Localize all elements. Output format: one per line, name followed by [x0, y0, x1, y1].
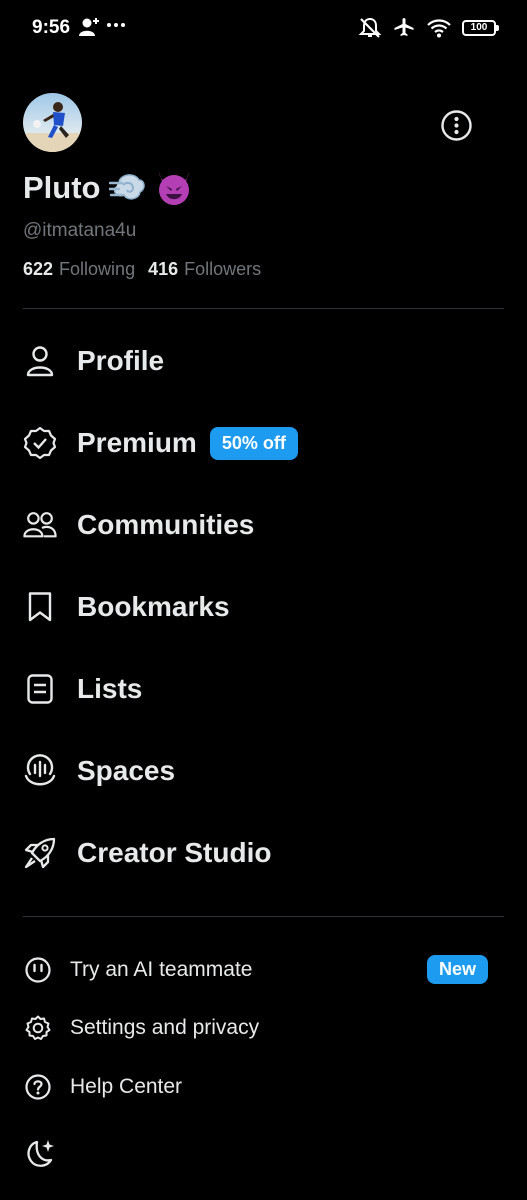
nav-item-lists[interactable]: Lists [23, 664, 142, 714]
moon-sparkle-icon [27, 1140, 54, 1167]
nav-item-creator-studio[interactable]: Creator Studio [23, 828, 271, 878]
nav-item-communities[interactable]: Communities [23, 500, 254, 550]
battery-icon: 100 [462, 20, 499, 36]
followers-count: 416 [148, 259, 179, 279]
help-label: Help Center [70, 1075, 183, 1098]
nav-label-bookmarks: Bookmarks [77, 591, 230, 622]
menu-item-ai-teammate[interactable]: Try an AI teammate [23, 950, 252, 990]
grok-icon [23, 955, 53, 985]
new-badge: New [427, 955, 489, 984]
wifi-icon [427, 19, 451, 38]
nav-label-communities: Communities [77, 509, 255, 540]
divider-bottom [23, 916, 504, 917]
status-bar: 9:56 100 [0, 0, 527, 56]
mute-icon [358, 17, 382, 38]
dash-emoji-icon [108, 174, 145, 200]
settings-label: Settings and privacy [70, 1016, 260, 1039]
more-dots-icon [107, 23, 125, 27]
rocket-icon [23, 836, 57, 870]
nav-item-premium[interactable]: Premium 50% off [23, 418, 298, 468]
nav-label-premium: Premium [77, 427, 197, 458]
followers-label: Followers [184, 259, 262, 279]
divider-top [23, 308, 504, 309]
more-circle-icon [441, 110, 472, 141]
follow-stats: 622 Following 416 Followers [23, 259, 261, 280]
nav-label-lists: Lists [77, 673, 143, 704]
status-time: 9:56 [32, 17, 71, 38]
following-label: Following [59, 259, 136, 279]
help-icon [23, 1072, 53, 1102]
avatar-image [23, 93, 82, 152]
person-icon [23, 344, 57, 378]
list-icon [23, 672, 57, 706]
communities-icon [23, 508, 57, 542]
ai-teammate-label: Try an AI teammate [70, 958, 253, 981]
nav-item-spaces[interactable]: Spaces [23, 746, 175, 796]
nav-label-profile: Profile [77, 345, 165, 376]
nav-item-bookmarks[interactable]: Bookmarks [23, 582, 230, 632]
gear-icon [23, 1013, 53, 1043]
following-link[interactable]: 622 Following [23, 259, 135, 280]
nav-label-spaces: Spaces [77, 755, 176, 786]
menu-item-help[interactable]: Help Center [23, 1067, 182, 1107]
theme-toggle-button[interactable] [23, 1137, 57, 1171]
bookmark-icon [23, 590, 57, 624]
display-name-text: Pluto [23, 170, 101, 205]
devil-emoji-icon [158, 172, 189, 205]
more-options-button[interactable] [440, 109, 473, 142]
airplane-icon [394, 18, 414, 36]
following-count: 622 [23, 259, 54, 279]
add-user-icon [79, 18, 99, 36]
premium-discount-badge: 50% off [209, 426, 298, 460]
spaces-icon [23, 754, 57, 788]
nav-label-creator-studio: Creator Studio [77, 837, 272, 868]
menu-item-settings[interactable]: Settings and privacy [23, 1008, 259, 1048]
display-name[interactable]: Pluto 💨😈 [23, 170, 193, 206]
nav-item-profile[interactable]: Profile [23, 336, 164, 386]
followers-link[interactable]: 416 Followers [148, 259, 261, 280]
avatar[interactable] [23, 93, 82, 152]
verified-badge-icon [23, 426, 57, 460]
user-handle: @itmatana4u [23, 220, 137, 241]
